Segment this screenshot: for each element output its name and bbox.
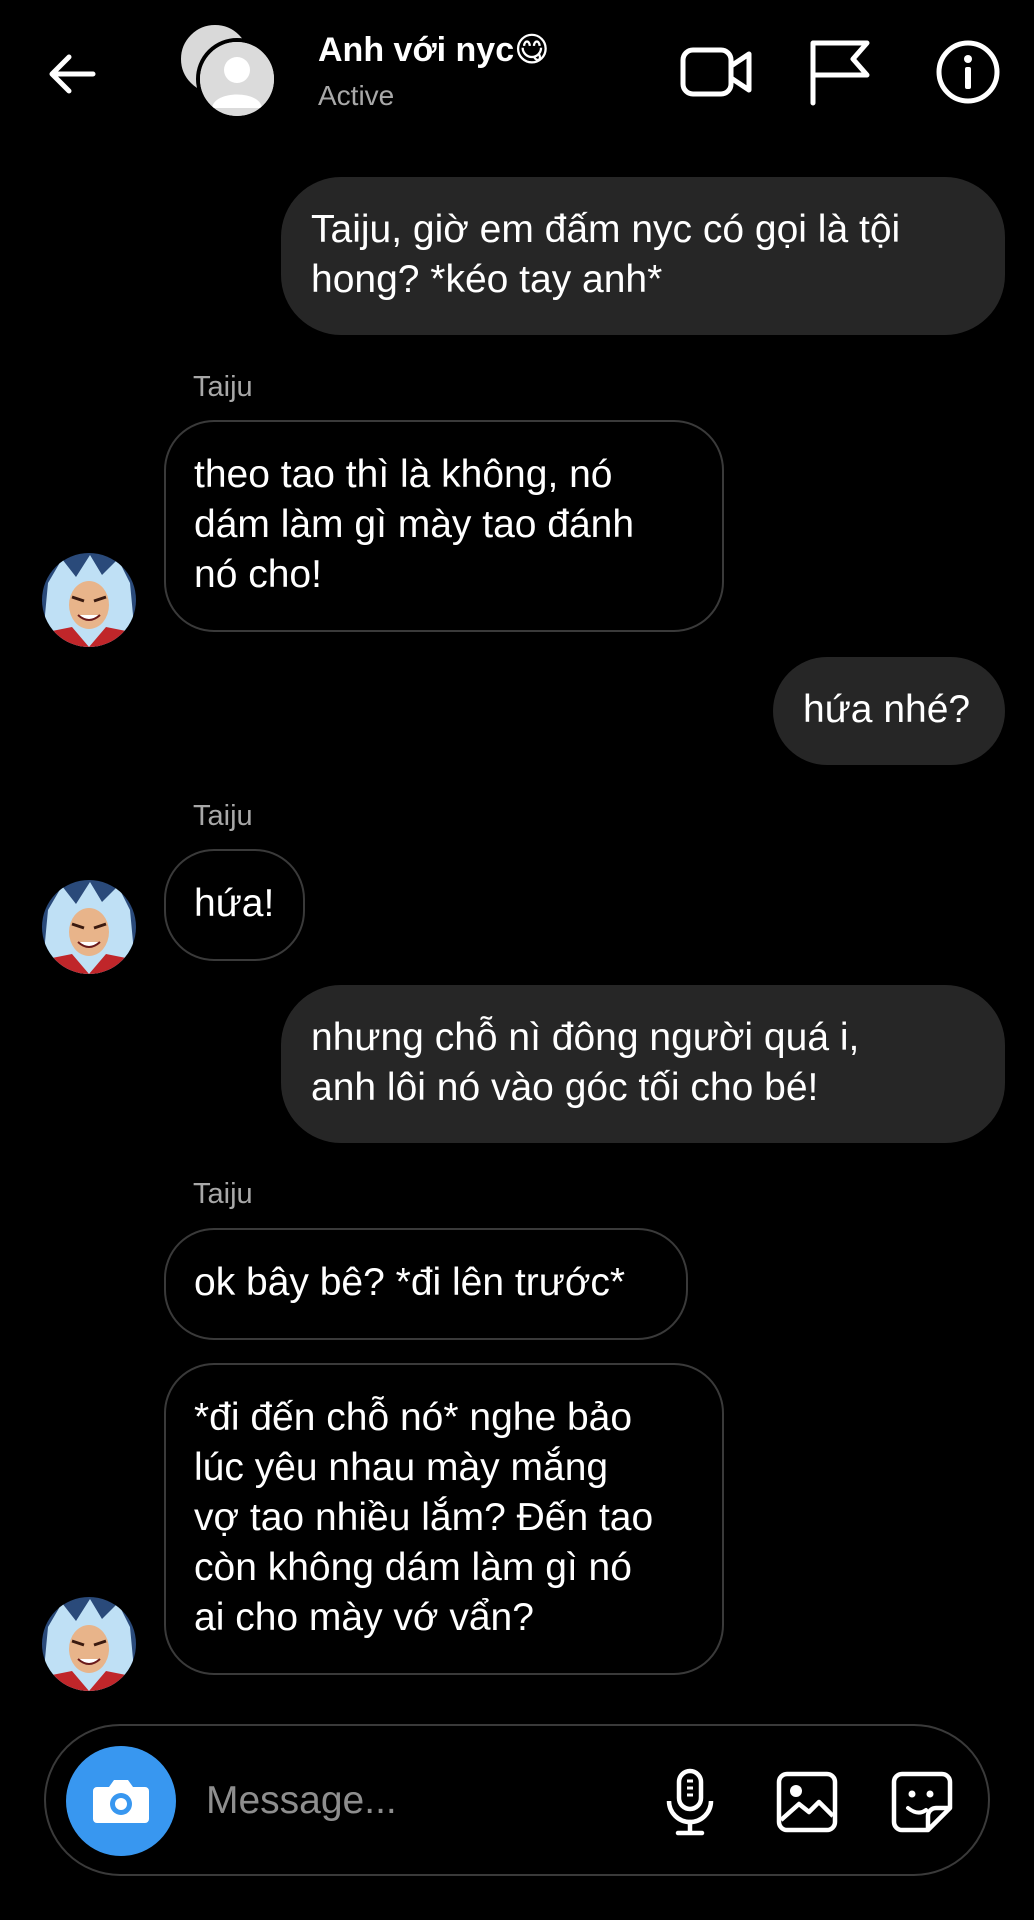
sender-name: Taiju — [193, 371, 253, 403]
sticker-icon — [891, 1771, 953, 1833]
camera-icon — [93, 1780, 149, 1823]
sticker-button[interactable] — [880, 1760, 964, 1844]
report-button[interactable] — [800, 32, 880, 112]
gallery-button[interactable] — [765, 1760, 849, 1844]
chat-screen: Anh với nyc😋 Active Taiju, giờ em đấm ny… — [0, 0, 1034, 1920]
message-input[interactable] — [206, 1766, 646, 1836]
back-button[interactable] — [36, 38, 108, 110]
chat-title: Anh với nyc😋 — [318, 31, 550, 69]
taiju-avatar-image — [42, 1597, 136, 1691]
back-arrow-icon — [49, 54, 96, 94]
sender-name: Taiju — [193, 1178, 253, 1210]
message-outgoing[interactable]: Taiju, giờ em đấm nyc có gọi là tội hong… — [281, 177, 1005, 335]
chat-title-block[interactable]: Anh với nyc😋 Active — [318, 30, 550, 112]
avatar-front — [196, 38, 278, 120]
group-avatar[interactable] — [178, 22, 282, 122]
chat-status: Active — [318, 80, 395, 111]
message-incoming[interactable]: hứa! — [164, 849, 305, 961]
voice-message-button[interactable] — [648, 1760, 732, 1844]
message-outgoing[interactable]: nhưng chỗ nì đông người quá i, anh lôi n… — [281, 985, 1005, 1143]
message-incoming[interactable]: ok bây bê? *đi lên trước* — [164, 1228, 688, 1340]
video-call-icon — [680, 47, 752, 97]
flag-icon — [810, 40, 870, 106]
sender-name: Taiju — [193, 800, 253, 832]
sender-avatar[interactable] — [42, 880, 136, 974]
message-composer — [44, 1724, 990, 1876]
message-outgoing[interactable]: hứa nhé? — [773, 657, 1005, 765]
info-button[interactable] — [928, 32, 1008, 112]
sender-avatar[interactable] — [42, 553, 136, 647]
video-call-button[interactable] — [677, 32, 757, 112]
camera-button[interactable] — [66, 1746, 176, 1856]
taiju-avatar-image — [42, 880, 136, 974]
chat-header: Anh với nyc😋 Active — [0, 0, 1034, 148]
microphone-icon — [666, 1768, 714, 1836]
message-incoming[interactable]: theo tao thì là không, nó dám làm gì mày… — [164, 420, 724, 632]
taiju-avatar-image — [42, 553, 136, 647]
message-incoming[interactable]: *đi đến chỗ nó* nghe bảo lúc yêu nhau mà… — [164, 1363, 724, 1675]
info-icon — [936, 40, 1000, 104]
sender-avatar[interactable] — [42, 1597, 136, 1691]
gallery-icon — [776, 1771, 838, 1833]
